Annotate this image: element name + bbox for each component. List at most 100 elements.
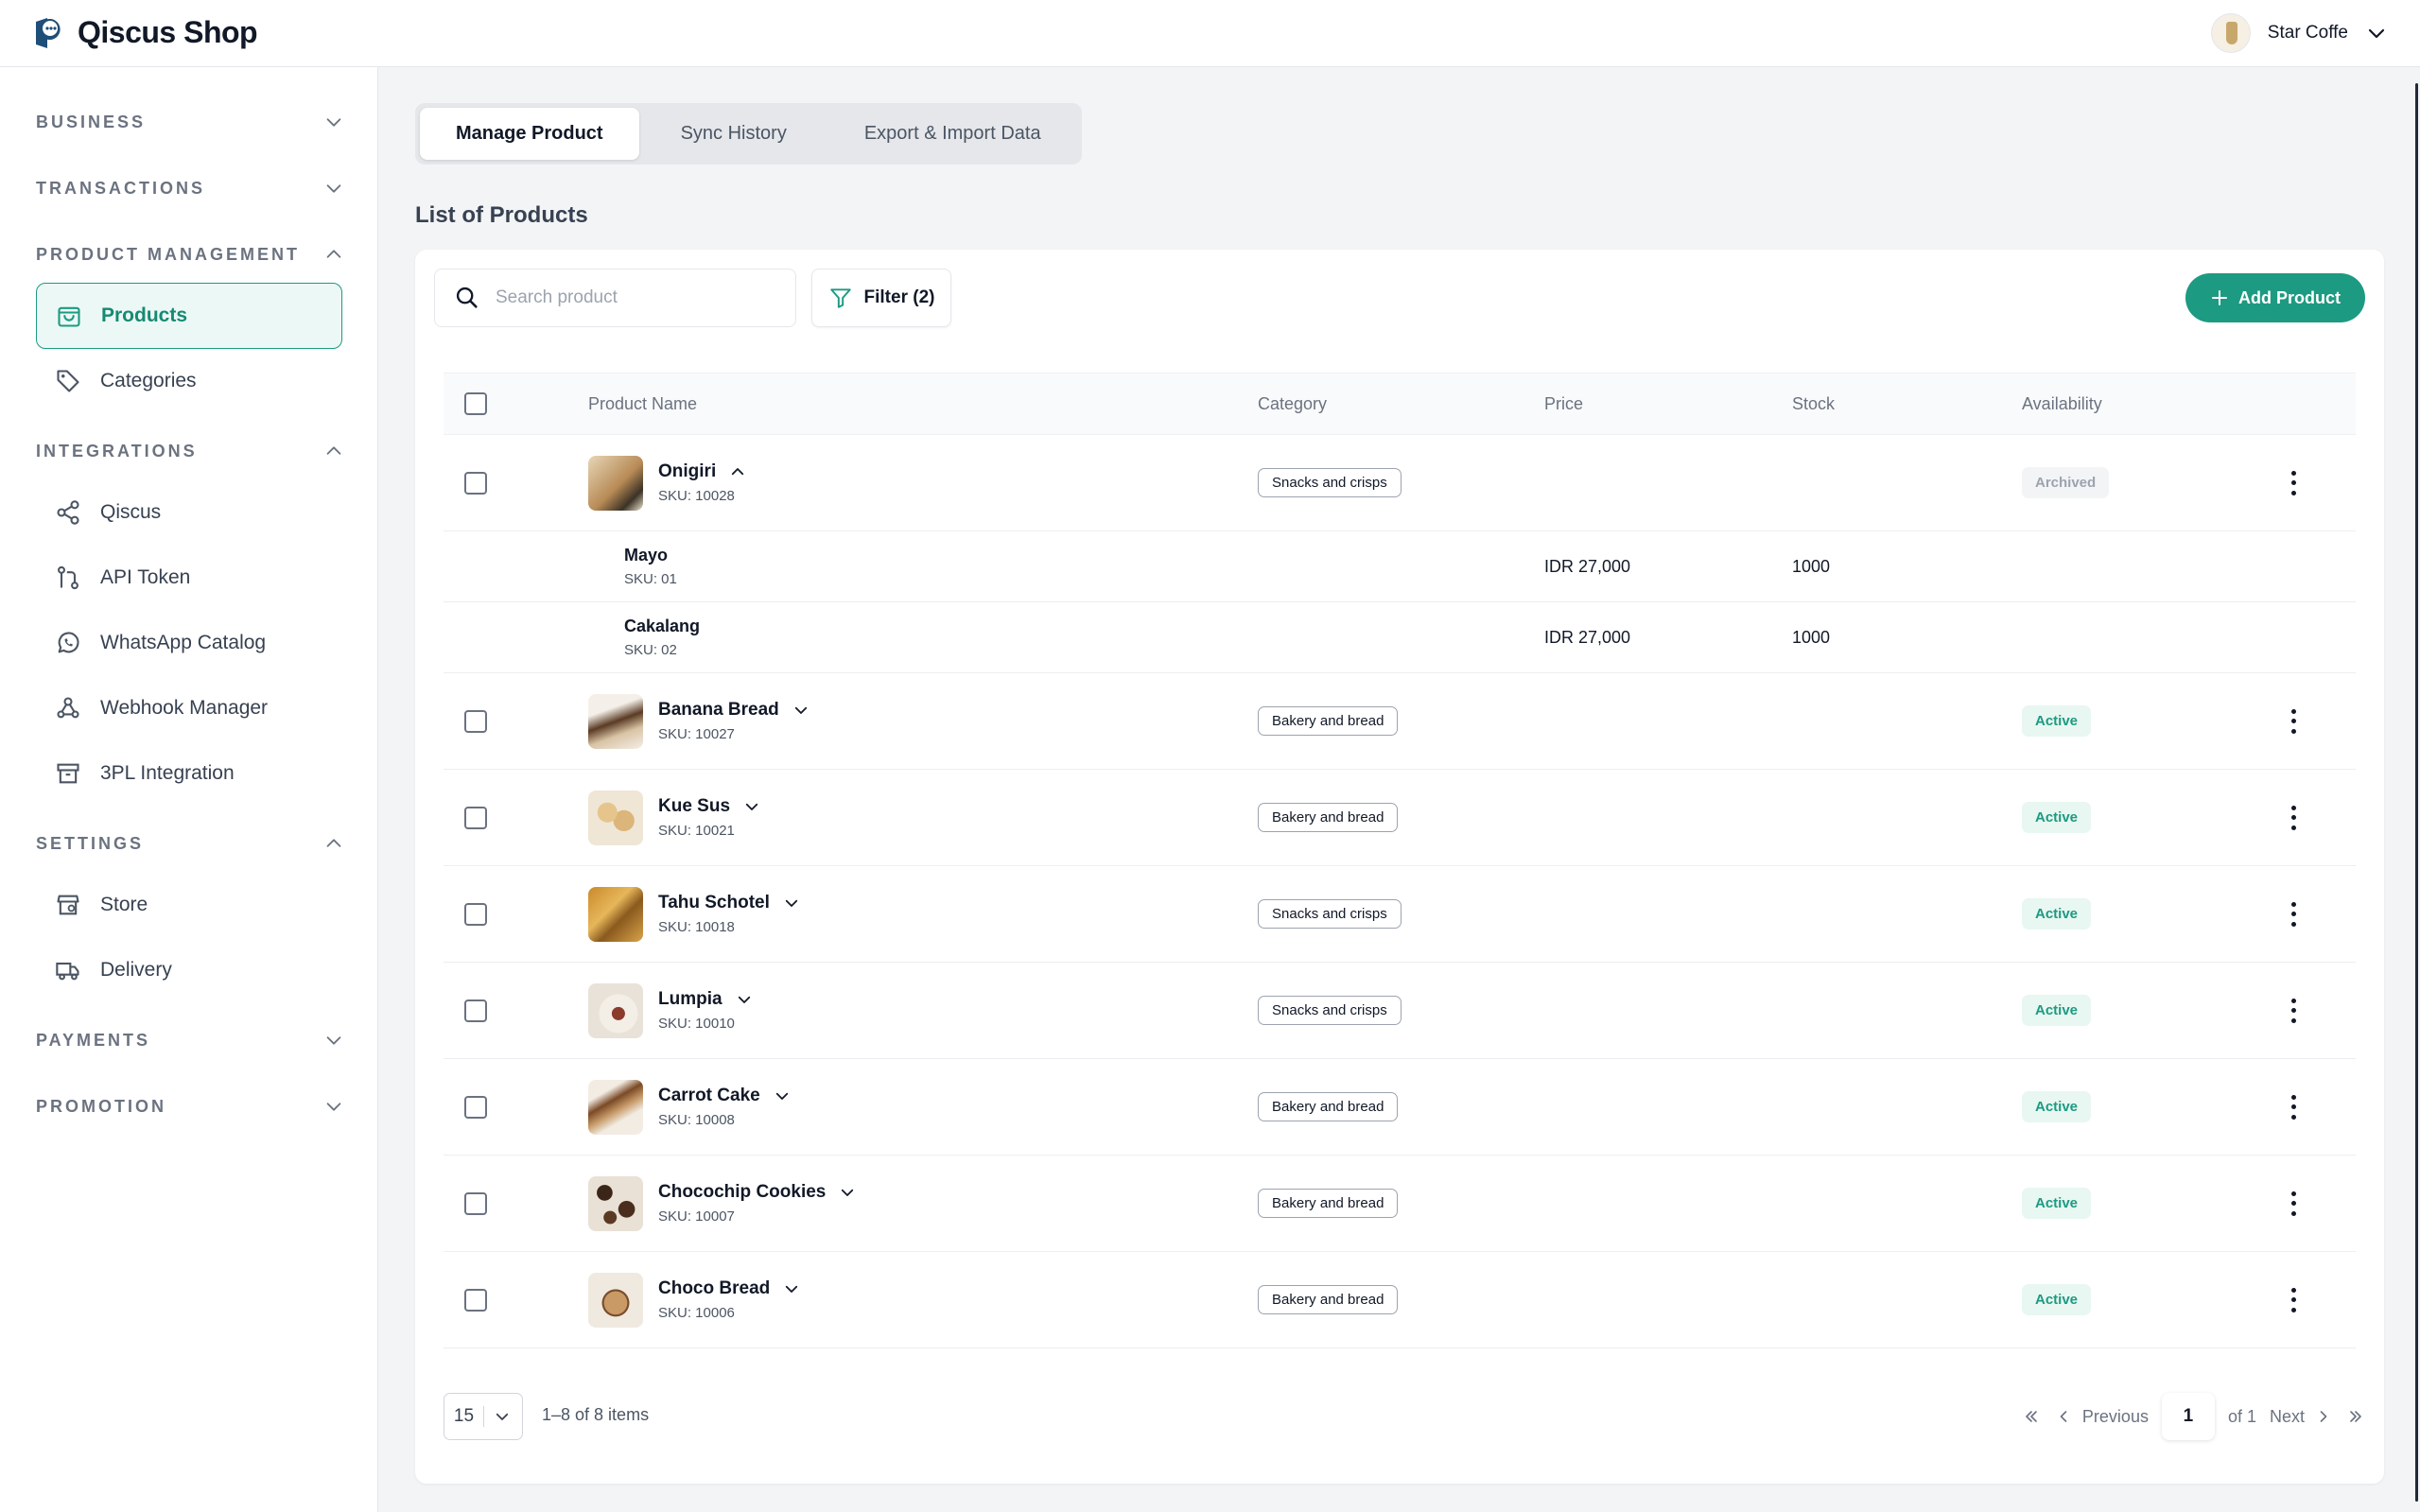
whatsapp-icon (58, 632, 79, 653)
row-checkbox[interactable] (464, 471, 487, 495)
availability-cell: Active (2022, 866, 2092, 962)
section-payments[interactable]: PAYMENTS (36, 1026, 344, 1054)
more-options-icon[interactable] (2289, 1190, 2298, 1216)
previous-button[interactable]: Previous (2054, 1407, 2149, 1427)
product-sku: SKU: 10008 (658, 1112, 735, 1128)
chevron-down-icon[interactable] (736, 991, 753, 1008)
sidebar: BUSINESS TRANSACTIONS PRODUCT MANAGEMENT… (0, 67, 378, 1512)
chevron-up-icon[interactable] (729, 463, 746, 480)
row-checkbox[interactable] (464, 709, 487, 733)
sidebar-item-categories[interactable]: Categories (36, 348, 342, 414)
product-name-block: Choco Bread SKU: 10006 (658, 1278, 800, 1321)
chevron-down-icon[interactable] (792, 702, 810, 719)
search-input[interactable] (496, 287, 779, 308)
chevron-down-icon[interactable] (2365, 22, 2388, 44)
row-checkbox[interactable] (464, 1191, 487, 1215)
section-business[interactable]: BUSINESS (36, 108, 344, 136)
more-options-icon[interactable] (2289, 1094, 2298, 1120)
filter-button[interactable]: Filter (2) (811, 269, 951, 327)
section-promotion[interactable]: PROMOTION (36, 1092, 344, 1121)
product-name[interactable]: Onigiri (658, 461, 746, 482)
table-row[interactable]: Banana Bread SKU: 10027 Bakery and bread… (444, 673, 2356, 770)
next-button[interactable]: Next (2270, 1407, 2333, 1427)
section-settings[interactable]: SETTINGS (36, 829, 344, 858)
page-title: List of Products (415, 202, 588, 228)
table-row[interactable]: Lumpia SKU: 10010 Snacks and crisps Acti… (444, 963, 2356, 1059)
product-name-text: Chocochip Cookies (658, 1182, 827, 1202)
table-row[interactable]: Kue Sus SKU: 10021 Bakery and bread Acti… (444, 770, 2356, 866)
product-name[interactable]: Tahu Schotel (658, 893, 800, 913)
category-cell: Snacks and crisps (1258, 435, 1402, 530)
product-sku: SKU: 10006 (658, 1305, 735, 1321)
product-image (588, 886, 643, 942)
row-select (464, 1252, 487, 1347)
sidebar-item-api-token[interactable]: API Token (36, 545, 342, 611)
row-checkbox[interactable] (464, 999, 487, 1022)
sidebar-item-store[interactable]: Store (36, 872, 342, 938)
more-options-icon[interactable] (2289, 708, 2298, 734)
sidebar-item-delivery[interactable]: Delivery (36, 937, 342, 1003)
chevron-down-icon[interactable] (743, 798, 760, 815)
product-name[interactable]: Carrot Cake (658, 1086, 791, 1106)
app-logo[interactable]: Qiscus Shop (34, 15, 258, 50)
add-product-button[interactable]: Add Product (2185, 273, 2365, 322)
chevron-down-icon (326, 1036, 341, 1045)
sidebar-item-label: WhatsApp Catalog (100, 632, 267, 653)
product-sku: SKU: 10027 (658, 726, 735, 742)
category-chip: Bakery and bread (1258, 803, 1399, 832)
avatar (2210, 13, 2251, 53)
sidebar-item-webhook-manager[interactable]: Webhook Manager (36, 675, 342, 741)
section-transactions[interactable]: TRANSACTIONS (36, 174, 344, 202)
section-product-management[interactable]: PRODUCT MANAGEMENT (36, 240, 344, 269)
table-row[interactable]: Tahu Schotel SKU: 10018 Snacks and crisp… (444, 866, 2356, 963)
table-row[interactable]: Choco Bread SKU: 10006 Bakery and bread … (444, 1252, 2356, 1348)
product-name[interactable]: Lumpia (658, 989, 753, 1010)
chevron-down-icon[interactable] (783, 895, 800, 912)
filter-icon (829, 288, 851, 308)
sidebar-item-qiscus[interactable]: Qiscus (36, 479, 342, 546)
product-name[interactable]: Choco Bread (658, 1278, 800, 1299)
more-options-icon[interactable] (2289, 1287, 2298, 1312)
sidebar-item-products[interactable]: Products (36, 283, 342, 349)
select-all-checkbox[interactable] (464, 392, 487, 415)
chevron-down-icon (326, 1103, 341, 1111)
tab-manage-product[interactable]: Manage Product (420, 108, 639, 160)
row-actions (2289, 1059, 2298, 1155)
category-cell: Bakery and bread (1258, 673, 1399, 769)
chevron-down-icon[interactable] (839, 1184, 856, 1201)
search-box[interactable] (434, 269, 796, 327)
sidebar-item-3pl-integration[interactable]: 3PL Integration (36, 740, 342, 807)
variant-row[interactable]: Cakalang SKU: 02 IDR 27,000 1000 (444, 602, 2356, 673)
chevron-down-icon[interactable] (774, 1087, 791, 1104)
product-name[interactable]: Chocochip Cookies (658, 1182, 856, 1203)
table-row[interactable]: Onigiri SKU: 10028 Snacks and crisps Arc… (444, 435, 2356, 531)
row-checkbox[interactable] (464, 902, 487, 926)
tab-export-import-data[interactable]: Export & Import Data (828, 108, 1077, 160)
table-row[interactable]: Carrot Cake SKU: 10008 Bakery and bread … (444, 1059, 2356, 1156)
chevron-down-icon[interactable] (783, 1280, 800, 1297)
sidebar-item-whatsapp-catalog[interactable]: WhatsApp Catalog (36, 610, 342, 676)
tab-sync-history[interactable]: Sync History (645, 108, 823, 160)
scrollbar[interactable] (2415, 83, 2418, 1502)
product-name[interactable]: Banana Bread (658, 700, 810, 721)
row-checkbox[interactable] (464, 1288, 487, 1312)
more-options-icon[interactable] (2289, 998, 2298, 1023)
product-cell: Lumpia SKU: 10010 (588, 963, 753, 1058)
chevron-down-icon (496, 1413, 509, 1420)
current-page[interactable]: 1 (2161, 1393, 2215, 1440)
more-options-icon[interactable] (2289, 470, 2298, 495)
first-page-icon[interactable] (2022, 1407, 2041, 1426)
category-cell: Snacks and crisps (1258, 866, 1402, 962)
page-size-select[interactable]: 15 (444, 1393, 523, 1440)
row-checkbox[interactable] (464, 806, 487, 829)
user-name: Star Coffe (2267, 23, 2348, 43)
section-integrations[interactable]: INTEGRATIONS (36, 437, 344, 465)
row-checkbox[interactable] (464, 1095, 487, 1119)
last-page-icon[interactable] (2346, 1407, 2365, 1426)
more-options-icon[interactable] (2289, 901, 2298, 927)
user-menu[interactable]: Star Coffe (2210, 13, 2388, 53)
variant-row[interactable]: Mayo SKU: 01 IDR 27,000 1000 (444, 531, 2356, 602)
more-options-icon[interactable] (2289, 805, 2298, 830)
product-name[interactable]: Kue Sus (658, 796, 760, 817)
table-row[interactable]: Chocochip Cookies SKU: 10007 Bakery and … (444, 1156, 2356, 1252)
